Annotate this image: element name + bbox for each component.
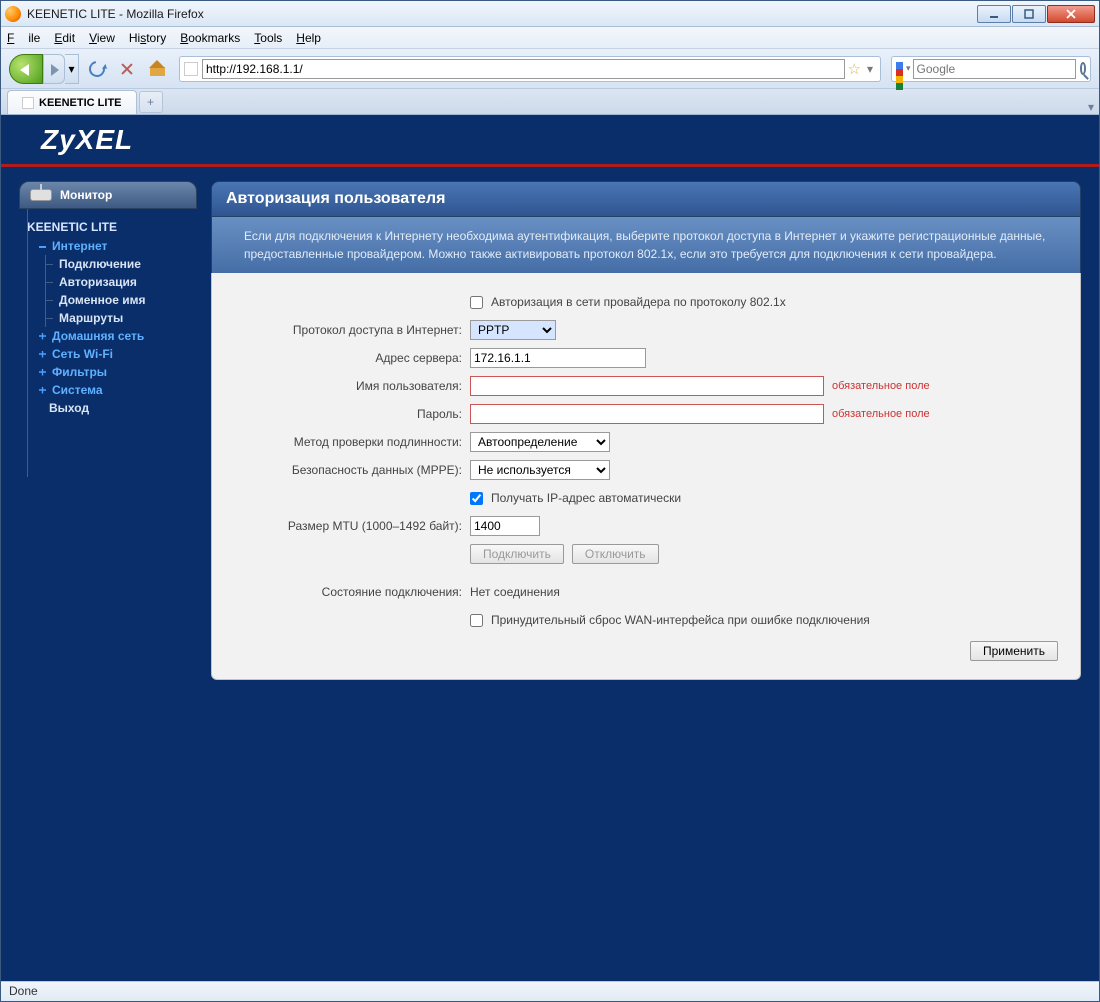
reload-icon — [86, 57, 108, 79]
menu-bookmarks[interactable]: Bookmarks — [180, 31, 240, 45]
label-protocol: Протокол доступа в Интернет: — [234, 323, 470, 337]
stop-icon — [120, 62, 134, 76]
connect-button[interactable]: Подключить — [470, 544, 564, 564]
url-dropdown[interactable]: ▾ — [864, 62, 876, 76]
required-note-user: обязательное поле — [832, 380, 930, 392]
google-icon — [896, 62, 903, 76]
input-password[interactable] — [470, 404, 824, 424]
nav-home-network[interactable]: Домашняя сеть — [25, 327, 191, 345]
window-maximize-button[interactable] — [1012, 5, 1046, 23]
nav-system[interactable]: Система — [25, 381, 191, 399]
firefox-menubar: File Edit View History Bookmarks Tools H… — [1, 27, 1099, 49]
nav-internet-routes[interactable]: Маршруты — [25, 309, 191, 327]
conn-state-value: Нет соединения — [470, 585, 560, 599]
home-icon — [150, 62, 165, 76]
window-titlebar: KEENETIC LITE - Mozilla Firefox — [1, 1, 1099, 27]
label-username: Имя пользователя: — [234, 379, 470, 393]
content-panel: Авторизация пользователя Если для подклю… — [211, 181, 1081, 964]
router-icon — [30, 189, 52, 201]
search-icon[interactable] — [1080, 62, 1086, 75]
checkbox-auto-ip[interactable] — [470, 492, 483, 505]
search-input[interactable] — [913, 59, 1076, 79]
status-text: Done — [9, 984, 38, 998]
nav-history-dropdown[interactable]: ▾ — [65, 54, 79, 84]
window-minimize-button[interactable] — [977, 5, 1011, 23]
menu-view[interactable]: View — [89, 31, 115, 45]
label-conn-state: Состояние подключения: — [234, 585, 470, 599]
expand-icon — [39, 387, 46, 394]
input-username[interactable] — [470, 376, 824, 396]
label-wan-reset: Принудительный сброс WAN-интерфейса при … — [491, 613, 870, 627]
stop-button[interactable] — [115, 57, 139, 81]
select-auth-method[interactable]: Автоопределение — [470, 432, 610, 452]
zyxel-logo: ZyXEL — [41, 124, 133, 156]
collapse-icon — [39, 246, 46, 248]
label-password: Пароль: — [234, 407, 470, 421]
tab-favicon — [22, 97, 34, 109]
nav-filters[interactable]: Фильтры — [25, 363, 191, 381]
new-tab-button[interactable]: + — [139, 91, 163, 113]
input-mtu[interactable] — [470, 516, 540, 536]
expand-icon — [39, 333, 46, 340]
label-auto-ip: Получать IP-адрес автоматически — [491, 491, 681, 505]
monitor-label: Монитор — [60, 188, 112, 202]
forward-button[interactable] — [43, 54, 65, 84]
nav-internet-auth[interactable]: Авторизация — [25, 273, 191, 291]
menu-file[interactable]: File — [7, 31, 40, 45]
menu-help[interactable]: Help — [296, 31, 321, 45]
url-input[interactable] — [202, 59, 845, 79]
window-title: KEENETIC LITE - Mozilla Firefox — [27, 7, 204, 21]
checkbox-wan-reset[interactable] — [470, 614, 483, 627]
bookmark-star-icon[interactable]: ☆ — [848, 60, 861, 78]
nav-logout[interactable]: Выход — [25, 399, 191, 417]
reload-button[interactable] — [85, 57, 109, 81]
label-auth-method: Метод проверки подлинности: — [234, 435, 470, 449]
statusbar: Done — [1, 981, 1099, 1001]
nav-internet[interactable]: Интернет — [25, 237, 191, 255]
label-8021x: Авторизация в сети провайдера по протоко… — [491, 295, 786, 309]
menu-tools[interactable]: Tools — [254, 31, 282, 45]
nav-internet-dns[interactable]: Доменное имя — [25, 291, 191, 309]
nav-wifi[interactable]: Сеть Wi-Fi — [25, 345, 191, 363]
apply-button[interactable]: Применить — [970, 641, 1058, 661]
search-bar[interactable]: ▾ — [891, 56, 1091, 82]
nav-internet-connection[interactable]: Подключение — [25, 255, 191, 273]
home-button[interactable] — [145, 57, 169, 81]
tab-list-dropdown[interactable]: ▾ — [1083, 100, 1099, 114]
firefox-icon — [5, 6, 21, 22]
checkbox-8021x[interactable] — [470, 296, 483, 309]
browser-tab[interactable]: KEENETIC LITE — [7, 90, 137, 114]
disconnect-button[interactable]: Отключить — [572, 544, 659, 564]
sidebar-monitor-header[interactable]: Монитор — [19, 181, 197, 209]
expand-icon — [39, 369, 46, 376]
auth-form: Авторизация в сети провайдера по протоко… — [211, 273, 1081, 680]
tab-title: KEENETIC LITE — [39, 97, 122, 109]
nav-tree: KEENETIC LITE Интернет Подключение Автор… — [19, 209, 197, 477]
menu-history[interactable]: History — [129, 31, 166, 45]
zyxel-header: ZyXEL — [1, 115, 1099, 167]
sidebar: Монитор KEENETIC LITE Интернет Подключен… — [19, 181, 197, 964]
label-mppe: Безопасность данных (MPPE): — [234, 463, 470, 477]
page-favicon — [184, 62, 198, 76]
required-note-pass: обязательное поле — [832, 408, 930, 420]
window-close-button[interactable] — [1047, 5, 1095, 23]
select-mppe[interactable]: Не используется — [470, 460, 610, 480]
panel-title: Авторизация пользователя — [211, 181, 1081, 217]
tab-strip: KEENETIC LITE + ▾ — [1, 89, 1099, 115]
device-name: KEENETIC LITE — [25, 217, 191, 237]
firefox-navbar: ▾ ☆ ▾ ▾ — [1, 49, 1099, 89]
input-server[interactable] — [470, 348, 646, 368]
back-button[interactable] — [9, 54, 43, 84]
select-protocol[interactable]: PPTP — [470, 320, 556, 340]
panel-description: Если для подключения к Интернету необход… — [211, 217, 1081, 273]
expand-icon — [39, 351, 46, 358]
menu-edit[interactable]: Edit — [54, 31, 75, 45]
label-server: Адрес сервера: — [234, 351, 470, 365]
router-page: ZyXEL Монитор KEENETIC LITE Интернет Под… — [1, 115, 1099, 981]
label-mtu: Размер MTU (1000–1492 байт): — [234, 519, 470, 533]
url-bar[interactable]: ☆ ▾ — [179, 56, 881, 82]
